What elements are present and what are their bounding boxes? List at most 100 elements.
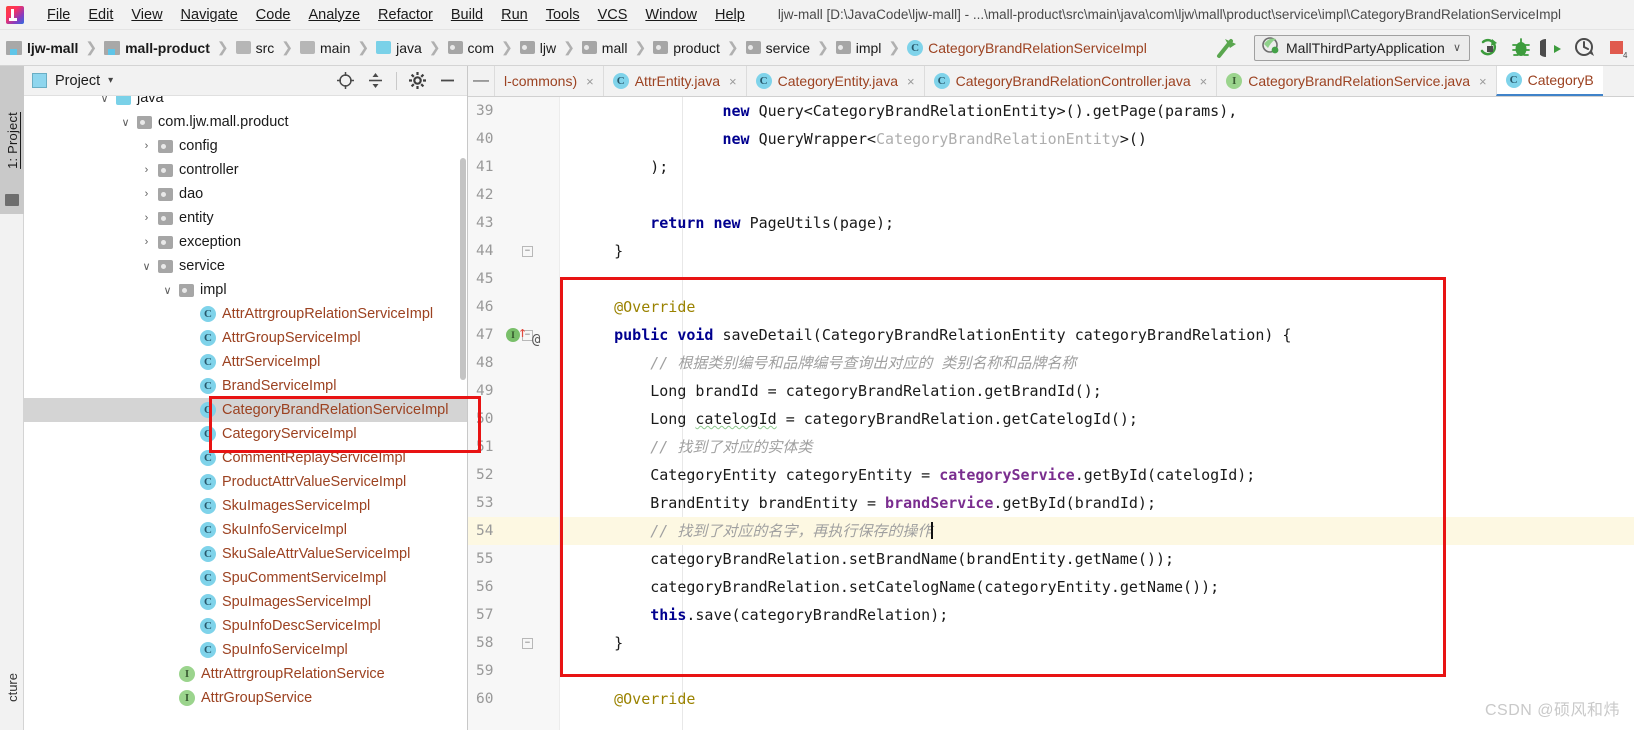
breadcrumb-item-main[interactable]: main — [300, 40, 350, 56]
breadcrumb-item-java[interactable]: java — [376, 40, 422, 56]
code-fold-icon[interactable]: − — [522, 638, 533, 649]
tree-node[interactable]: C ProductAttrValueServiceImpl — [24, 470, 467, 494]
tree-node[interactable]: C CategoryServiceImpl — [24, 422, 467, 446]
chevron-down-icon[interactable]: ∨ — [99, 96, 110, 105]
breadcrumb-item-src[interactable]: src — [235, 40, 274, 56]
gutter-line-number[interactable]: 55 — [468, 545, 559, 573]
tree-node[interactable]: C CommentReplayServiceImpl — [24, 446, 467, 470]
chevron-down-icon[interactable]: ∨ — [1453, 41, 1461, 54]
gutter-line-number[interactable]: 50 — [468, 405, 559, 433]
code-line[interactable] — [560, 265, 1634, 293]
code-line[interactable]: BrandEntity brandEntity = brandService.g… — [560, 489, 1634, 517]
gutter-line-number[interactable]: 40 — [468, 125, 559, 153]
gutter-line-number[interactable]: 47− I ↑ @ — [468, 321, 559, 349]
tree-node[interactable]: C AttrGroupServiceImpl — [24, 326, 467, 350]
chevron-right-icon[interactable]: › — [141, 188, 152, 200]
breadcrumb-item-class[interactable]: C CategoryBrandRelationServiceImpl — [907, 39, 1147, 56]
override-arrow-icon[interactable]: ↑ — [518, 325, 527, 340]
code-line[interactable]: } — [560, 237, 1634, 265]
close-icon[interactable]: × — [586, 74, 594, 89]
tree-node[interactable]: C SpuImagesServiceImpl — [24, 590, 467, 614]
editor-tab[interactable]: C CategoryEntity.java × — [745, 66, 924, 96]
collapse-all-icon[interactable] — [366, 71, 385, 90]
menu-vcs[interactable]: VCS — [589, 4, 637, 26]
code-line[interactable]: this.save(categoryBrandRelation); — [560, 601, 1634, 629]
chevron-down-icon[interactable]: ∨ — [162, 284, 173, 297]
menu-edit[interactable]: Edit — [79, 4, 122, 26]
tree-node[interactable]: C SpuInfoDescServiceImpl — [24, 614, 467, 638]
tree-node[interactable]: ∨ com.ljw.mall.product — [24, 110, 467, 134]
profiler-icon[interactable] — [1572, 35, 1598, 61]
run-configuration-selector[interactable]: MallThirdPartyApplication ∨ — [1254, 34, 1470, 61]
code-line[interactable]: Long brandId = categoryBrandRelation.get… — [560, 377, 1634, 405]
debug-icon[interactable] — [1508, 35, 1534, 61]
code-line[interactable]: // 找到了对应的实体类 — [560, 433, 1634, 461]
editor-tab[interactable]: l-commons) × — [494, 66, 603, 96]
gutter-line-number[interactable]: 60 — [468, 685, 559, 713]
chevron-down-icon[interactable]: ∨ — [141, 260, 152, 273]
gear-icon[interactable] — [408, 71, 427, 90]
stop-icon[interactable]: 4 — [1604, 35, 1630, 61]
gutter-line-number[interactable]: 58− — [468, 629, 559, 657]
menu-refactor[interactable]: Refactor — [369, 4, 442, 26]
menu-code[interactable]: Code — [247, 4, 300, 26]
tree-node[interactable]: › exception — [24, 230, 467, 254]
code-line[interactable]: ); — [560, 153, 1634, 181]
breadcrumb-item-ljw-mall[interactable]: ljw-mall — [6, 40, 78, 56]
code-line[interactable]: Long catelogId = categoryBrandRelation.g… — [560, 405, 1634, 433]
editor-text[interactable]: new Query<CategoryBrandRelationEntity>()… — [560, 97, 1634, 730]
tree-node[interactable]: I AttrAttrgroupRelationService — [24, 662, 467, 686]
close-icon[interactable]: × — [1200, 74, 1208, 89]
code-line[interactable] — [560, 181, 1634, 209]
project-tree[interactable]: ∨ java ∨ com.ljw.mall.product › config › contro… — [24, 96, 467, 730]
tree-node[interactable]: C SkuInfoServiceImpl — [24, 518, 467, 542]
code-line[interactable]: CategoryEntity categoryEntity = category… — [560, 461, 1634, 489]
code-line[interactable]: @Override — [560, 685, 1634, 713]
tree-node[interactable]: › dao — [24, 182, 467, 206]
tree-node[interactable]: C AttrServiceImpl — [24, 350, 467, 374]
breadcrumb-item-com[interactable]: com — [447, 40, 494, 56]
project-tree-scrollbar[interactable] — [460, 158, 466, 380]
gutter-line-number[interactable]: 39 — [468, 97, 559, 125]
code-line[interactable]: @Override — [560, 293, 1634, 321]
code-line[interactable]: // 找到了对应的名字，再执行保存的操作 — [560, 517, 1634, 545]
tool-window-tab-structure[interactable]: cture — [0, 644, 24, 730]
tree-node[interactable]: C AttrAttrgroupRelationServiceImpl — [24, 302, 467, 326]
tree-node[interactable]: C SpuInfoServiceImpl — [24, 638, 467, 662]
tree-node[interactable]: C BrandServiceImpl — [24, 374, 467, 398]
menu-view[interactable]: View — [122, 4, 171, 26]
gutter-line-number[interactable]: 48 — [468, 349, 559, 377]
tree-node[interactable]: › config — [24, 134, 467, 158]
code-line[interactable]: new QueryWrapper<CategoryBrandRelationEn… — [560, 125, 1634, 153]
menu-navigate[interactable]: Navigate — [172, 4, 247, 26]
gutter-line-number[interactable]: 41 — [468, 153, 559, 181]
editor-tab[interactable]: I CategoryBrandRelationService.java × — [1216, 66, 1495, 96]
code-line[interactable]: categoryBrandRelation.setCatelogName(cat… — [560, 573, 1634, 601]
hide-editor-tabs-icon[interactable]: — — [468, 66, 494, 96]
tree-node[interactable]: C SpuCommentServiceImpl — [24, 566, 467, 590]
breadcrumb-item-product[interactable]: product — [653, 40, 720, 56]
code-line[interactable]: public void saveDetail(CategoryBrandRela… — [560, 321, 1634, 349]
menu-tools[interactable]: Tools — [537, 4, 589, 26]
gutter-line-number[interactable]: 42 — [468, 181, 559, 209]
chevron-right-icon[interactable]: › — [141, 236, 152, 248]
menu-analyze[interactable]: Analyze — [299, 4, 369, 26]
chevron-right-icon[interactable]: › — [141, 212, 152, 224]
menu-help[interactable]: Help — [706, 4, 754, 26]
breadcrumb-item-mall-product[interactable]: mall-product — [104, 40, 210, 56]
gutter-line-number[interactable]: 51 — [468, 433, 559, 461]
code-line[interactable]: } — [560, 629, 1634, 657]
menu-build[interactable]: Build — [442, 4, 492, 26]
close-icon[interactable]: × — [1479, 74, 1487, 89]
tree-node[interactable]: › entity — [24, 206, 467, 230]
tree-node[interactable]: ∨ java — [24, 96, 467, 110]
run-icon[interactable] — [1476, 35, 1502, 61]
close-icon[interactable]: × — [907, 74, 915, 89]
gutter-line-number[interactable]: 57 — [468, 601, 559, 629]
code-fold-icon[interactable]: − — [522, 246, 533, 257]
gutter-line-number[interactable]: 59 — [468, 657, 559, 685]
tree-node[interactable]: I AttrGroupService — [24, 686, 467, 710]
chevron-down-icon[interactable]: ∨ — [120, 116, 131, 129]
chevron-down-icon[interactable]: ▾ — [108, 75, 113, 86]
code-editor[interactable]: 39 40 41 42 43 44−45 46 47− I ↑ @48 49 50 51 52 53 54 55 5… — [468, 97, 1634, 730]
